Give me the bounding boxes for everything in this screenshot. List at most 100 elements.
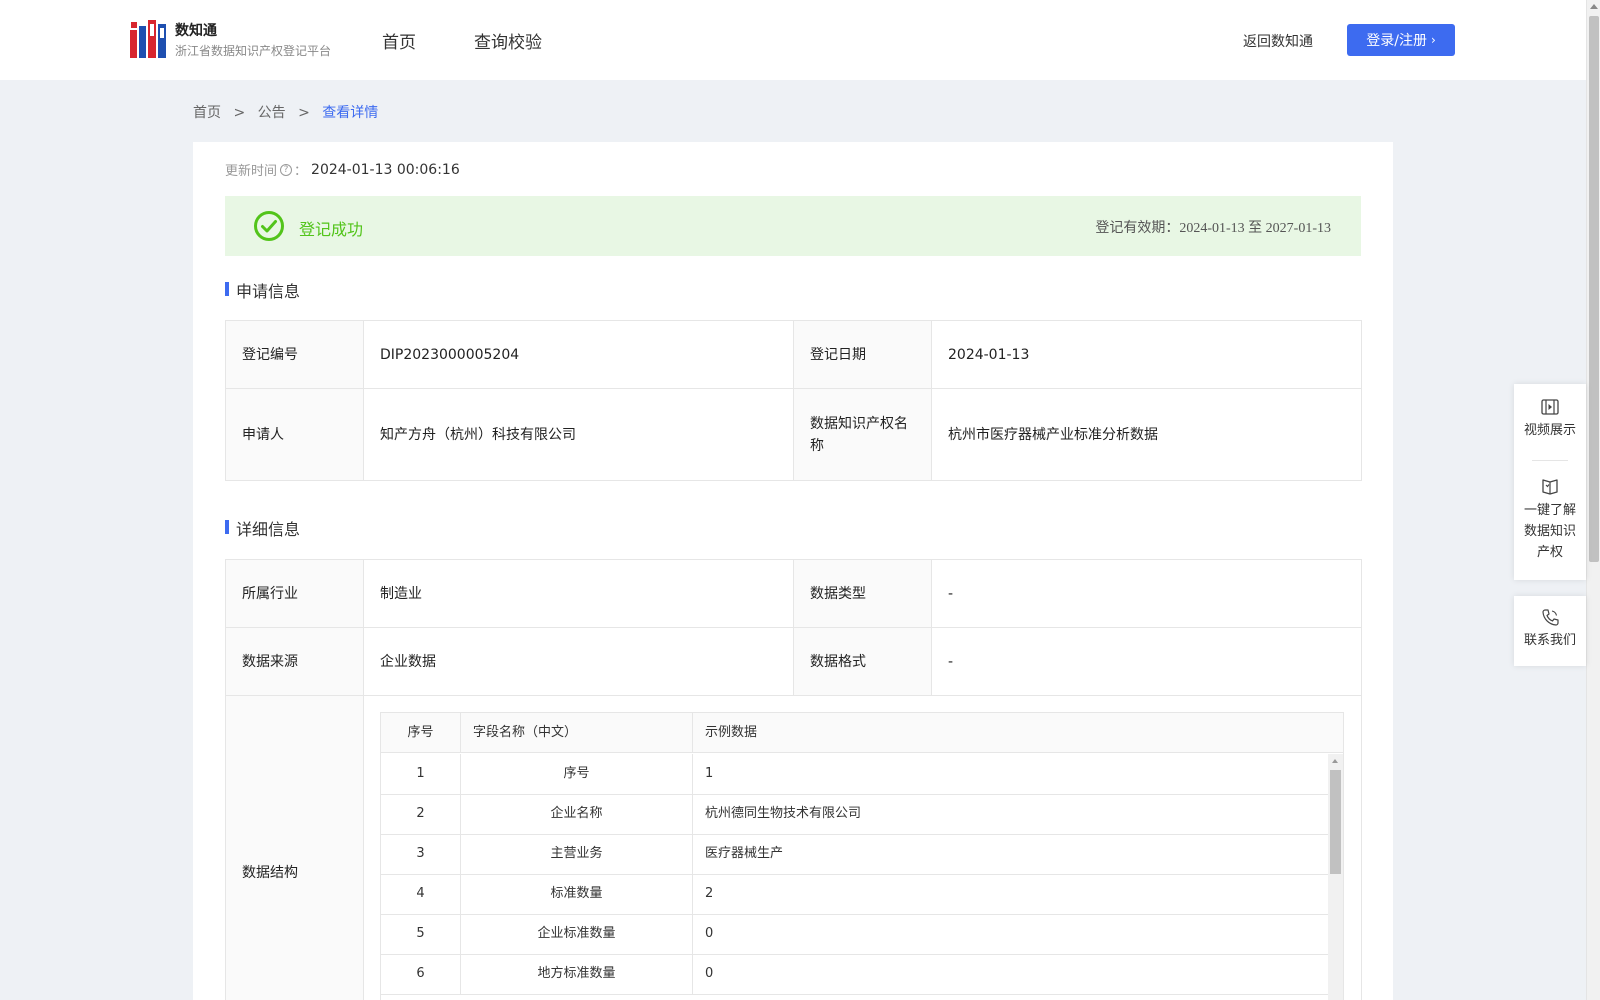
row-field-name: 序号 (461, 754, 693, 794)
book-icon (1542, 479, 1558, 495)
floating-contact-panel: 联系我们 (1514, 596, 1586, 666)
field-label: 数据来源 (225, 627, 364, 696)
row-example: 医疗器械生产 (705, 846, 784, 861)
section-title-application: 申请信息 (225, 278, 300, 302)
application-info-table: 登记编号 DIP2023000005204 登记日期 2024-01-13 申请… (225, 320, 1362, 481)
table-row: 1 序号 1 (381, 754, 1328, 795)
field-value: 杭州市医疗器械产业标准分析数据 (931, 388, 1362, 481)
breadcrumb-current: 查看详情 (322, 105, 379, 121)
validity-period: 登记有效期：2024-01-13 至 2027-01-13 (1095, 217, 1331, 237)
row-index: 6 (381, 954, 461, 994)
table-row: 所属行业 制造业 数据类型 - (225, 559, 1362, 628)
platform-logo[interactable] (130, 20, 166, 58)
row-example: 2 (705, 886, 714, 901)
field-value: 企业数据 (363, 627, 794, 696)
validity-label: 登记有效期： (1095, 220, 1180, 236)
section-title-detail: 详细信息 (225, 516, 300, 540)
breadcrumb: 首页 > 公告 > 查看详情 (193, 102, 378, 122)
learn-line-2: 数据知识 (1523, 524, 1576, 539)
field-label: 数据结构 (225, 695, 364, 1000)
field-value: - (931, 627, 1362, 696)
scroll-up-arrow-icon[interactable] (1332, 759, 1338, 763)
registration-status-banner: 登记成功 登记有效期：2024-01-13 至 2027-01-13 (225, 196, 1361, 256)
row-index: 5 (381, 914, 461, 954)
floating-help-panel: 视频展示 一键了解 数据知识 产权 (1514, 384, 1586, 580)
row-index: 3 (381, 834, 461, 874)
contact-us-button[interactable]: 联系我们 (1514, 608, 1586, 651)
login-register-button[interactable]: 登录/注册 › (1347, 24, 1455, 56)
row-index: 4 (381, 874, 461, 914)
row-example: 0 (705, 926, 714, 941)
divider (1532, 460, 1568, 461)
data-structure-table: 序号 字段名称（中文） 示例数据 1 序号 1 2 企业名称 杭州德同生物技术有… (380, 712, 1344, 1000)
row-index: 1 (381, 754, 461, 794)
nav-home[interactable]: 首页 (382, 28, 416, 53)
field-value: 制造业 (363, 559, 794, 628)
field-label: 申请人 (225, 388, 364, 481)
header-index: 序号 (381, 713, 461, 753)
scrollbar-thumb[interactable] (1589, 16, 1599, 562)
learn-line-3: 产权 (1536, 545, 1563, 560)
update-time-colon: ： (294, 164, 308, 179)
page-scrollbar[interactable] (1586, 0, 1600, 1000)
check-circle-icon (254, 211, 284, 241)
field-label: 所属行业 (225, 559, 364, 628)
row-field-name: 主营业务 (461, 834, 693, 874)
table-row: 数据来源 企业数据 数据格式 - (225, 627, 1362, 696)
video-showcase-label: 视频展示 (1523, 423, 1576, 438)
row-index: 2 (381, 794, 461, 834)
breadcrumb-announcement[interactable]: 公告 (258, 102, 286, 122)
table-row: 6 地方标准数量 0 (381, 954, 1328, 995)
learn-line-1: 一键了解 (1523, 503, 1576, 518)
nav-query-verify[interactable]: 查询校验 (474, 28, 542, 53)
back-to-shuzhitong-link[interactable]: 返回数知通 (1243, 31, 1313, 51)
row-field-name: 地方标准数量 (461, 954, 693, 994)
table-row: 3 主营业务 医疗器械生产 (381, 834, 1328, 875)
video-showcase-button[interactable]: 视频展示 (1514, 398, 1586, 441)
scroll-up-arrow-icon[interactable] (1590, 4, 1598, 9)
breadcrumb-separator: > (298, 105, 310, 121)
question-icon[interactable]: ? (280, 163, 293, 176)
row-example: 杭州德同生物技术有限公司 (705, 806, 862, 821)
row-field-name: 企业标准数量 (461, 914, 693, 954)
structure-table-scrollbar[interactable] (1328, 754, 1343, 1000)
header-example: 示例数据 (705, 725, 758, 740)
detail-card: 更新时间 ? ： 2024-01-13 00:06:16 登记成功 登记有效期：… (193, 142, 1393, 1000)
validity-value: 2024-01-13 至 2027-01-13 (1179, 221, 1331, 236)
chevron-right-icon: › (1430, 33, 1436, 47)
structure-table-header: 序号 字段名称（中文） 示例数据 (381, 713, 1343, 753)
field-label: 数据类型 (793, 559, 932, 628)
row-example: 0 (705, 966, 714, 981)
field-label: 数据格式 (793, 627, 932, 696)
breadcrumb-separator: > (233, 105, 246, 121)
field-value: 知产方舟（杭州）科技有限公司 (363, 388, 794, 481)
field-label: 数据知识产权名称 (793, 388, 932, 481)
login-register-label: 登录/注册 (1366, 33, 1427, 49)
status-text: 登记成功 (299, 220, 364, 239)
table-row: 5 企业标准数量 0 (381, 914, 1328, 955)
detail-info-table: 所属行业 制造业 数据类型 - 数据来源 企业数据 数据格式 - 数据结构 序号… (225, 559, 1362, 1000)
header-field-name: 字段名称（中文） (461, 713, 693, 753)
field-value: DIP2023000005204 (363, 320, 794, 389)
update-time-line: 更新时间 ? ： 2024-01-13 00:06:16 (225, 160, 460, 180)
field-label: 登记编号 (225, 320, 364, 389)
scrollbar-thumb[interactable] (1330, 770, 1341, 874)
table-row: 申请人 知产方舟（杭州）科技有限公司 数据知识产权名称 杭州市医疗器械产业标准分… (225, 388, 1362, 481)
row-example: 1 (705, 766, 714, 781)
top-header: 数知通 浙江省数据知识产权登记平台 首页 查询校验 返回数知通 登录/注册 › (0, 0, 1586, 80)
table-row: 2 企业名称 杭州德同生物技术有限公司 (381, 794, 1328, 835)
update-time-value: 2024-01-13 00:06:16 (311, 161, 460, 178)
row-field-name: 企业名称 (461, 794, 693, 834)
learn-data-ip-button[interactable]: 一键了解 数据知识 产权 (1514, 476, 1586, 563)
video-icon (1541, 399, 1559, 415)
breadcrumb-home[interactable]: 首页 (193, 102, 221, 122)
row-field-name: 标准数量 (461, 874, 693, 914)
brand-title: 数知通 (175, 23, 217, 39)
field-value: - (931, 559, 1362, 628)
field-value: 2024-01-13 (931, 320, 1362, 389)
data-structure-cell: 序号 字段名称（中文） 示例数据 1 序号 1 2 企业名称 杭州德同生物技术有… (363, 695, 1362, 1000)
update-time-label: 更新时间 (225, 164, 278, 179)
table-row: 数据结构 序号 字段名称（中文） 示例数据 1 序号 1 2 企业名称 杭州德同… (225, 695, 1362, 1000)
table-row: 4 标准数量 2 (381, 874, 1328, 915)
phone-icon (1542, 609, 1559, 626)
